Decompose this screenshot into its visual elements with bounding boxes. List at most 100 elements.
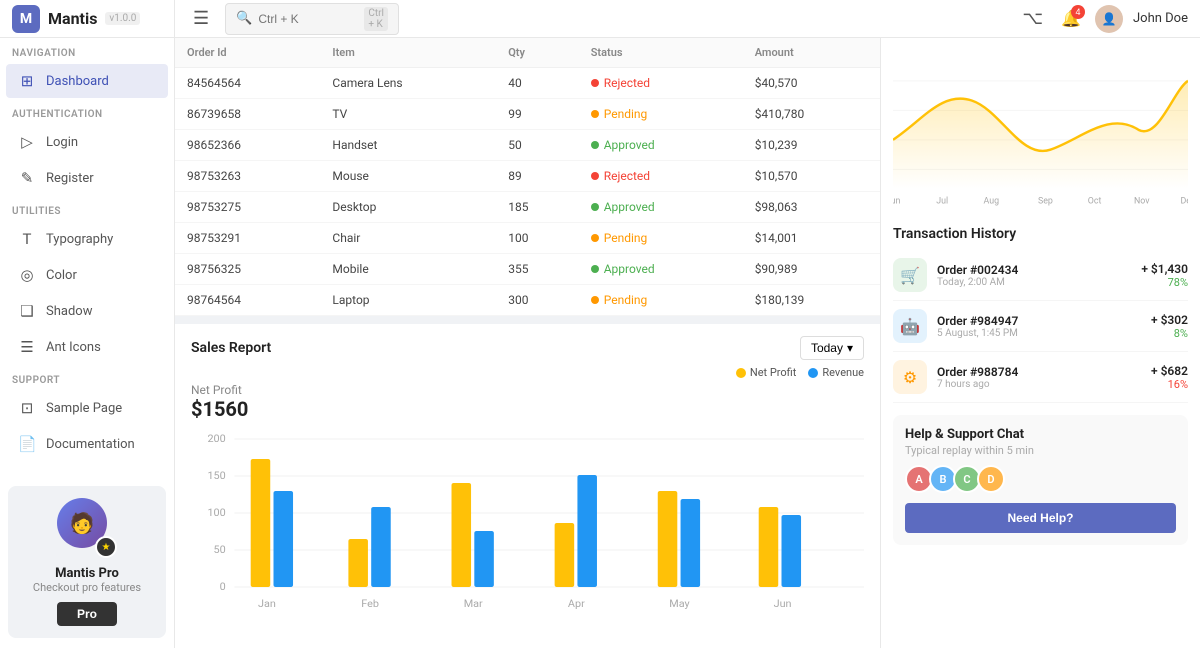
sales-report-section: Sales Report Today ▾ Net Profit Revenue (175, 324, 880, 648)
table-row: 98652366 Handset 50 Approved $10,239 (175, 130, 880, 161)
shadow-label: Shadow (46, 304, 92, 319)
cell-qty: 99 (496, 99, 579, 130)
cell-status: Approved (579, 192, 743, 223)
orders-table: Order Id Item Qty Status Amount 84564564… (175, 38, 880, 316)
svg-text:Jan: Jan (258, 597, 276, 609)
notification-button[interactable]: 🔔 4 (1057, 5, 1085, 33)
svg-text:Jun: Jun (774, 597, 792, 609)
pro-subtitle: Checkout pro features (20, 581, 154, 594)
utilities-section-label: Utilities (0, 196, 174, 221)
col-item: Item (320, 38, 496, 68)
svg-text:Jul: Jul (936, 197, 948, 207)
col-amount: Amount (743, 38, 880, 68)
menu-toggle-button[interactable]: ☰ (187, 6, 215, 31)
transaction-time: 7 hours ago (937, 379, 1141, 390)
transaction-item: 🤖 Order #984947 5 August, 1:45 PM + $302… (893, 301, 1188, 352)
sidebar-item-color[interactable]: ◎ Color (6, 258, 168, 292)
cell-item: Mobile (320, 254, 496, 285)
pro-avatar-container: 🧑 ★ (57, 498, 117, 558)
github-button[interactable]: ⌥ (1018, 4, 1047, 33)
net-profit-label: Net Profit (191, 383, 864, 397)
legend-net-profit-label: Net Profit (750, 366, 797, 379)
legend-dot-blue (808, 368, 818, 378)
register-icon: ✎ (18, 169, 36, 187)
cell-order-id: 98764564 (175, 285, 320, 316)
svg-text:Dec: Dec (1180, 197, 1188, 207)
transaction-item: 🛒 Order #002434 Today, 2:00 AM + $1,430 … (893, 250, 1188, 301)
ant-icons-label: Ant Icons (46, 340, 101, 355)
svg-text:Jun: Jun (893, 197, 900, 207)
brand-name: Mantis (48, 9, 97, 28)
sidebar-item-ant-icons[interactable]: ☰ Ant Icons (6, 330, 168, 364)
brand-header: M Mantis v1.0.0 (0, 0, 174, 38)
transaction-order: Order #984947 (937, 314, 1141, 328)
table-row: 98753291 Chair 100 Pending $14,001 (175, 223, 880, 254)
cell-status: Rejected (579, 161, 743, 192)
cell-order-id: 86739658 (175, 99, 320, 130)
dashboard-icon: ⊞ (18, 72, 36, 90)
sales-bar-chart: 200 150 100 50 0 (191, 429, 864, 623)
help-title: Help & Support Chat (905, 427, 1176, 442)
svg-text:Apr: Apr (568, 597, 585, 609)
search-shortcut: Ctrl + K (364, 7, 388, 31)
transaction-history-title: Transaction History (893, 226, 1188, 242)
table-row: 98764564 Laptop 300 Pending $180,139 (175, 285, 880, 316)
sidebar-item-shadow[interactable]: ❑ Shadow (6, 294, 168, 328)
nav-section-label: Navigation (0, 38, 174, 63)
table-row: 98753275 Desktop 185 Approved $98,063 (175, 192, 880, 223)
documentation-label: Documentation (46, 437, 135, 452)
cell-qty: 185 (496, 192, 579, 223)
line-chart-svg: Jun Jul Aug Sep Oct Nov Dec (893, 50, 1188, 210)
transaction-value: + $682 (1151, 364, 1188, 378)
dropdown-chevron-icon: ▾ (847, 341, 853, 355)
cell-amount: $410,780 (743, 99, 880, 130)
transaction-icon: ⚙ (893, 360, 927, 394)
sidebar-item-dashboard[interactable]: ⊞ Dashboard (6, 64, 168, 98)
cell-order-id: 84564564 (175, 68, 320, 99)
cell-qty: 300 (496, 285, 579, 316)
search-wrap[interactable]: 🔍 Ctrl + K (225, 3, 399, 35)
help-avatars: A B C D (905, 465, 1176, 493)
need-help-button[interactable]: Need Help? (905, 503, 1176, 533)
sidebar-item-label: Dashboard (46, 74, 109, 89)
pro-button[interactable]: Pro (57, 602, 117, 626)
cell-status: Rejected (579, 68, 743, 99)
help-support-section: Help & Support Chat Typical replay withi… (893, 415, 1188, 545)
transaction-value: + $1,430 (1141, 262, 1188, 276)
color-label: Color (46, 268, 77, 283)
col-order-id: Order Id (175, 38, 320, 68)
cell-item: Mouse (320, 161, 496, 192)
user-avatar[interactable]: 👤 (1095, 5, 1123, 33)
brand-version: v1.0.0 (105, 12, 140, 25)
table-row: 98753263 Mouse 89 Rejected $10,570 (175, 161, 880, 192)
sample-page-label: Sample Page (46, 401, 122, 416)
svg-text:Nov: Nov (1134, 197, 1150, 207)
legend-revenue: Revenue (808, 366, 864, 379)
support-section-label: Support (0, 365, 174, 390)
sidebar-item-login[interactable]: ▷ Login (6, 125, 168, 159)
transaction-pct: 16% (1151, 378, 1188, 391)
table-row: 98756325 Mobile 355 Approved $90,989 (175, 254, 880, 285)
table-row: 86739658 TV 99 Pending $410,780 (175, 99, 880, 130)
color-icon: ◎ (18, 266, 36, 284)
notification-badge: 4 (1071, 5, 1085, 19)
shadow-icon: ❑ (18, 302, 36, 320)
table-row: 84564564 Camera Lens 40 Rejected $40,570 (175, 68, 880, 99)
center-panel: Order Id Item Qty Status Amount 84564564… (175, 38, 880, 648)
sidebar-item-register[interactable]: ✎ Register (6, 161, 168, 195)
transaction-item: ⚙ Order #988784 7 hours ago + $682 16% (893, 352, 1188, 403)
sidebar-item-sample-page[interactable]: ⊡ Sample Page (6, 391, 168, 425)
main-area: ☰ 🔍 Ctrl + K ⌥ 🔔 4 👤 John Doe Order Id (175, 0, 1200, 648)
cell-status: Pending (579, 223, 743, 254)
cell-status: Pending (579, 285, 743, 316)
cell-status: Approved (579, 130, 743, 161)
search-input[interactable] (258, 12, 358, 26)
sidebar-item-documentation[interactable]: 📄 Documentation (6, 427, 168, 461)
bar-chart-svg: 200 150 100 50 0 (191, 429, 864, 619)
search-icon: 🔍 (236, 11, 252, 26)
sidebar-item-typography[interactable]: T Typography (6, 222, 168, 256)
svg-text:200: 200 (207, 432, 225, 444)
sidebar: M Mantis v1.0.0 Navigation ⊞ Dashboard A… (0, 0, 175, 648)
today-filter-button[interactable]: Today ▾ (800, 336, 864, 360)
username[interactable]: John Doe (1133, 11, 1188, 26)
